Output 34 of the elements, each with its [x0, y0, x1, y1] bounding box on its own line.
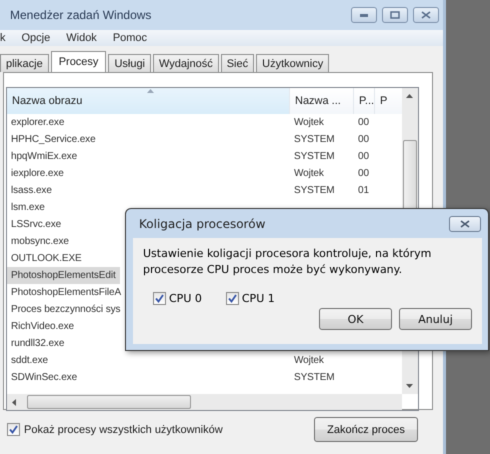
table-cell-text: Wojtek — [293, 355, 325, 366]
table-cell-text: SYSTEM — [293, 185, 336, 196]
table-cell-text: HPHC_Service.exe — [10, 134, 97, 145]
table-cell-text: PhotoshopElementsEdit — [10, 270, 117, 281]
table-cell-text: 01 — [357, 185, 370, 196]
checkbox-label: CPU 0 — [169, 292, 202, 305]
table-cell-text: SYSTEM — [293, 151, 336, 162]
table-cell-text: 00 — [357, 117, 370, 128]
table-cell-text: hpqWmiEx.exe — [10, 151, 78, 162]
table-cell-text: Wojtek — [293, 168, 325, 179]
table-cell-text: PhotoshopElementsFileA — [10, 287, 120, 298]
table-cell-text: iexplore.exe — [10, 168, 65, 179]
window-title: Menedżer zadań Windows — [10, 8, 152, 22]
table-cell-text: sddt.exe — [10, 355, 50, 366]
table-cell-text: lsass.exe — [10, 185, 53, 196]
table-cell-text: SYSTEM — [293, 134, 336, 145]
table-cell-text: SDWinSec.exe — [10, 372, 78, 383]
table-cell-text: SYSTEM — [293, 372, 336, 383]
table-cell-text: rundll32.exe — [10, 338, 66, 349]
table-cell-text: LSSrvc.exe — [10, 219, 62, 230]
dialog-message: Ustawienie koligacji procesora kontroluje, na którym procesorze CPU proces może być wykonywany. — [143, 246, 432, 278]
table-cell-text: 00 — [357, 168, 370, 179]
table-cell-text: RichVideo.exe — [10, 321, 76, 332]
dialog-title: Koligacja procesorów — [139, 216, 266, 230]
table-cell-text: 00 — [357, 151, 370, 162]
checkbox-label: Pokaż procesy wszystkich użytkowników — [24, 424, 223, 436]
table-cell-text: mobsync.exe — [10, 236, 70, 247]
checkbox-label: CPU 1 — [242, 292, 275, 305]
table-cell-text: Proces bezczynności sys — [10, 304, 120, 315]
table-cell-text: 00 — [357, 134, 370, 145]
table-cell-text: lsm.exe — [10, 202, 46, 213]
table-cell-text: OUTLOOK.EXE — [10, 253, 83, 264]
table-cell-text: explorer.exe — [10, 117, 66, 128]
table-cell-text: Wojtek — [293, 117, 325, 128]
